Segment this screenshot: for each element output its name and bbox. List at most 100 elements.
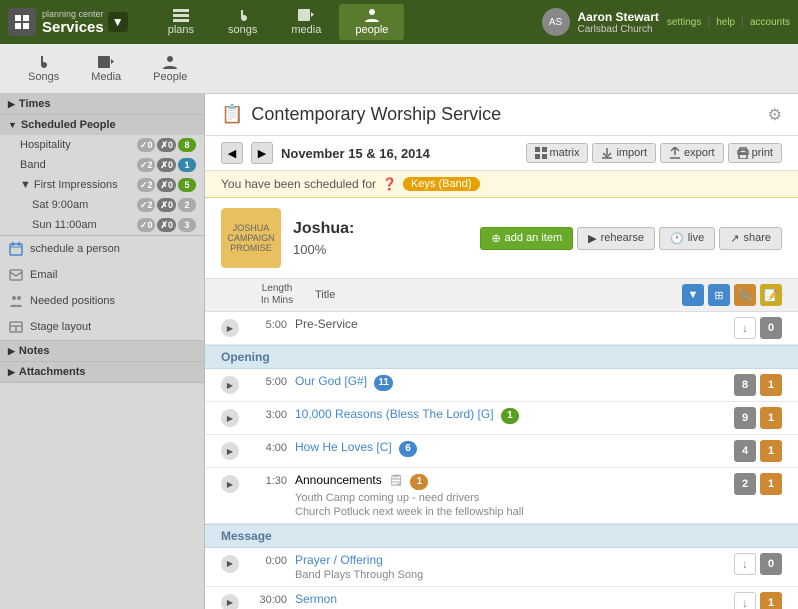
sidebar-section-times-header[interactable]: ▶ Times — [0, 94, 204, 114]
logo-icon — [8, 8, 36, 36]
secondnav-item-songs[interactable]: Songs — [12, 51, 75, 87]
sidebar-item-band[interactable]: Band ✓2 ✗0 1 — [0, 155, 204, 175]
preservice-title: Pre-Service — [295, 317, 726, 331]
sidebar-section-scheduled-header[interactable]: ▼ Scheduled People — [0, 115, 204, 135]
sidebar-item-sat-9am[interactable]: Sat 9:00am ✓2 ✗0 2 — [0, 195, 204, 215]
stage-layout-action[interactable]: Stage layout — [0, 314, 204, 340]
sidebar-section-times: ▶ Times — [0, 94, 204, 115]
main-nav-items: plans songs media people — [152, 4, 405, 40]
our-god-badge: 11 — [374, 375, 393, 391]
download-icon[interactable]: ↓ — [734, 317, 756, 339]
service-title: 📋 Contemporary Worship Service — [221, 104, 501, 125]
email-icon — [8, 267, 24, 283]
matrix-button[interactable]: matrix — [526, 143, 589, 163]
needed-positions-action[interactable]: Needed positions — [0, 288, 204, 314]
sidebar-item-hospitality[interactable]: Hospitality ✓0 ✗0 8 — [0, 135, 204, 155]
add-item-button[interactable]: ⊕ add an item — [480, 227, 573, 250]
10000-end: 9 1 — [734, 407, 782, 429]
prayer-time: 0:00 — [247, 555, 287, 567]
rehearse-button[interactable]: ▶ rehearse — [577, 227, 655, 250]
announcements-title: Announcements 🗒 1 Youth Camp coming up -… — [295, 473, 726, 518]
user-area: AS Aaron Stewart Carlsbad Church setting… — [542, 8, 790, 36]
sidebar-item-first-impressions[interactable]: ▼First Impressions ✓2 ✗0 5 — [0, 175, 204, 195]
print-button[interactable]: print — [728, 143, 782, 163]
person-percent: 100% — [293, 242, 468, 257]
announcements-sub2: Church Potluck next week in the fellowsh… — [295, 506, 726, 518]
import-button[interactable]: import — [592, 143, 656, 163]
prayer-count: 0 — [760, 553, 782, 575]
app-dropdown-arrow[interactable]: ▼ — [108, 12, 128, 32]
plan-row-sermon: ▶ 30:00 Sermon Pastor Aaron ↓ 1 — [205, 587, 798, 609]
sidebar-section-attachments-header[interactable]: ▶ Attachments — [0, 362, 204, 382]
announcements-time: 1:30 — [247, 475, 287, 487]
live-button[interactable]: 🕐 live — [659, 227, 715, 250]
plan-row-how-he-loves: ▶ 4:00 How He Loves [C] 6 4 1 — [205, 435, 798, 468]
person-name: Joshua: — [293, 220, 468, 238]
gear-icon[interactable]: ⚙ — [768, 105, 782, 125]
sidebar-item-sun-11am[interactable]: Sun 11:00am ✓0 ✗0 3 — [0, 215, 204, 235]
service-date: November 15 & 16, 2014 — [281, 146, 430, 161]
app-logo: planning center Services ▼ — [8, 8, 128, 36]
section-divider-opening: Opening — [205, 345, 798, 369]
sidebar-section-notes-header[interactable]: ▶ Notes — [0, 341, 204, 361]
how-he-loves-badge: 6 — [399, 441, 417, 457]
main-layout: ▶ Times ▼ Scheduled People Hospitality ✓… — [0, 94, 798, 609]
prayer-title: Prayer / Offering Band Plays Through Son… — [295, 553, 726, 581]
play-announcements-button[interactable]: ▶ — [221, 475, 239, 493]
secondary-navigation: Songs Media People — [0, 44, 798, 94]
settings-link[interactable]: settings — [667, 17, 701, 28]
sermon-download-icon[interactable]: ↓ — [734, 592, 756, 609]
play-our-god-button[interactable]: ▶ — [221, 376, 239, 394]
play-10000-button[interactable]: ▶ — [221, 409, 239, 427]
export-button[interactable]: export — [660, 143, 724, 163]
account-links: settings | help | accounts — [667, 16, 790, 28]
app-subtitle: planning center — [42, 9, 104, 19]
announcements-badge: 1 — [410, 474, 428, 490]
10000-title: 10,000 Reasons (Bless The Lord) [G] 1 — [295, 407, 726, 424]
secondnav-item-media[interactable]: Media — [75, 51, 137, 87]
secondnav-item-people[interactable]: People — [137, 51, 203, 87]
accounts-link[interactable]: accounts — [750, 17, 790, 28]
share-button[interactable]: ↗ share — [719, 227, 782, 250]
date-next-button[interactable]: ▶ — [251, 142, 273, 164]
note-icon[interactable]: 📝 — [760, 284, 782, 306]
plan-row-our-god: ▶ 5:00 Our God [G#] 11 8 1 — [205, 369, 798, 402]
play-prayer-button[interactable]: ▶ — [221, 555, 239, 573]
prayer-sub: Band Plays Through Song — [295, 569, 726, 581]
columns-icon[interactable]: ⊞ — [708, 284, 730, 306]
announcements-end: 2 1 — [734, 473, 782, 495]
service-title-text: Contemporary Worship Service — [251, 104, 501, 125]
attach-icon[interactable]: 📎 — [734, 284, 756, 306]
our-god-title: Our God [G#] 11 — [295, 374, 726, 391]
sidebar-section-scheduled: ▼ Scheduled People Hospitality ✓0 ✗0 8 B… — [0, 115, 204, 236]
main-content: 📋 Contemporary Worship Service ⚙ ◀ ▶ Nov… — [205, 94, 798, 609]
scheduled-msg: You have been scheduled for — [221, 177, 376, 191]
nav-item-people[interactable]: people — [339, 4, 404, 40]
service-actions: matrix import export print — [526, 143, 783, 163]
date-prev-button[interactable]: ◀ — [221, 142, 243, 164]
user-name: Aaron Stewart — [578, 10, 659, 24]
schedule-person-action[interactable]: schedule a person — [0, 236, 204, 262]
preservice-end: ↓ 0 — [734, 317, 782, 339]
our-god-time: 5:00 — [247, 376, 287, 388]
col-action-icons: ▼ ⊞ 📎 📝 — [682, 284, 782, 306]
nav-item-media[interactable]: media — [275, 4, 337, 40]
layout-icon — [8, 319, 24, 335]
nav-item-plans[interactable]: plans — [152, 4, 210, 40]
prayer-download-icon[interactable]: ↓ — [734, 553, 756, 575]
person-actions: ⊕ add an item ▶ rehearse 🕐 live ↗ share — [480, 227, 782, 250]
service-header: 📋 Contemporary Worship Service ⚙ — [205, 94, 798, 136]
sidebar: ▶ Times ▼ Scheduled People Hospitality ✓… — [0, 94, 205, 609]
play-sermon-button[interactable]: ▶ — [221, 594, 239, 609]
filter-icon[interactable]: ▼ — [682, 284, 704, 306]
play-how-he-loves-button[interactable]: ▶ — [221, 442, 239, 460]
announcements-count2: 1 — [760, 473, 782, 495]
play-preservice-button[interactable]: ▶ — [221, 319, 239, 337]
sidebar-section-attachments: ▶ Attachments — [0, 362, 204, 383]
how-he-loves-count1: 4 — [734, 440, 756, 462]
our-god-end: 8 1 — [734, 374, 782, 396]
email-action[interactable]: Email — [0, 262, 204, 288]
help-link[interactable]: help — [716, 17, 735, 28]
nav-item-songs[interactable]: songs — [212, 4, 273, 40]
how-he-loves-time: 4:00 — [247, 442, 287, 454]
